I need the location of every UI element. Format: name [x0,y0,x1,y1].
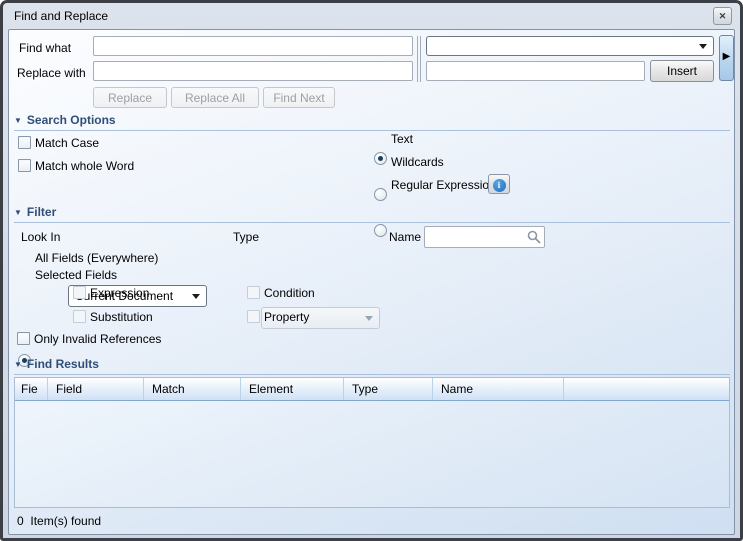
find-what-input[interactable] [93,36,413,56]
expression-label: Expression [90,286,149,300]
find-next-button[interactable]: Find Next [263,87,335,108]
only-invalid-references-checkbox[interactable] [17,332,30,345]
results-count: 0 [17,514,24,528]
find-what-label: Find what [19,41,71,55]
filter-header[interactable]: ▼ Filter [14,205,730,223]
wildcards-radio[interactable] [374,188,387,201]
find-results-header[interactable]: ▼ Find Results [14,357,730,375]
property-checkbox[interactable] [247,310,260,323]
search-options-title: Search Options [27,113,116,127]
all-fields-label: All Fields (Everywhere) [35,251,158,265]
results-header-cell[interactable] [564,378,729,400]
only-invalid-references-label: Only Invalid References [34,332,161,346]
selected-fields-label: Selected Fields [35,268,117,282]
results-header-cell[interactable]: Type [344,378,433,400]
name-label: Name [389,230,421,244]
search-options-header[interactable]: ▼ Search Options [14,113,730,131]
results-header-cell[interactable]: Fie [15,378,48,400]
match-whole-word-checkbox[interactable] [18,159,31,172]
condition-checkbox[interactable] [247,286,260,299]
type-label: Type [233,230,259,244]
regular-expression-radio[interactable] [374,224,387,237]
chevron-down-icon [699,44,707,49]
match-whole-word-label: Match whole Word [35,159,134,173]
insert-field-input[interactable] [426,61,645,81]
results-header-cell[interactable]: Field [48,378,144,400]
results-table: Fie Field Match Element Type Name [14,377,730,508]
results-header-row: Fie Field Match Element Type Name [15,378,729,401]
search-icon[interactable] [526,229,542,250]
regex-help-button[interactable]: i [488,174,510,194]
results-header-cell[interactable]: Element [241,378,344,400]
look-in-label: Look In [21,230,60,244]
find-and-replace-dialog: Find and Replace ✕ Find what ▶ Replace w… [0,0,743,541]
condition-label: Condition [264,286,315,300]
top-section-divider [417,36,421,82]
replace-button[interactable]: Replace [93,87,167,108]
field-selector-combobox[interactable] [426,36,714,56]
text-radio-label: Text [391,132,413,146]
status-bar: 0 Item(s) found [17,514,101,528]
status-text: Item(s) found [30,514,101,528]
window-title: Find and Replace [14,9,108,23]
text-radio[interactable] [374,152,387,165]
expander-button[interactable]: ▶ [719,35,734,81]
match-case-checkbox[interactable] [18,136,31,149]
chevron-down-icon [192,294,200,299]
results-header-cell[interactable]: Name [433,378,564,400]
regular-expression-radio-label: Regular Expression [391,178,496,192]
wildcards-radio-label: Wildcards [391,155,444,169]
close-button[interactable]: ✕ [713,7,732,25]
chevron-down-icon [365,316,373,321]
title-bar[interactable]: Find and Replace ✕ [3,3,740,29]
find-results-title: Find Results [27,357,99,371]
property-label: Property [264,310,309,324]
results-body[interactable] [15,401,729,508]
insert-button[interactable]: Insert [650,60,714,82]
replace-with-label: Replace with [17,66,86,80]
close-icon: ✕ [719,11,727,21]
dialog-content-panel: Find what ▶ Replace with Insert Replace … [8,29,735,535]
replace-with-input[interactable] [93,61,413,81]
substitution-label: Substitution [90,310,153,324]
replace-all-button[interactable]: Replace All [171,87,259,108]
match-case-label: Match Case [35,136,99,150]
info-icon: i [493,179,506,192]
collapse-icon: ▼ [14,208,22,217]
collapse-icon: ▼ [14,360,22,369]
collapse-icon: ▼ [14,116,22,125]
filter-title: Filter [27,205,56,219]
expander-arrow-icon: ▶ [723,51,731,62]
substitution-checkbox[interactable] [73,310,86,323]
expression-checkbox[interactable] [73,286,86,299]
results-header-cell[interactable]: Match [144,378,241,400]
